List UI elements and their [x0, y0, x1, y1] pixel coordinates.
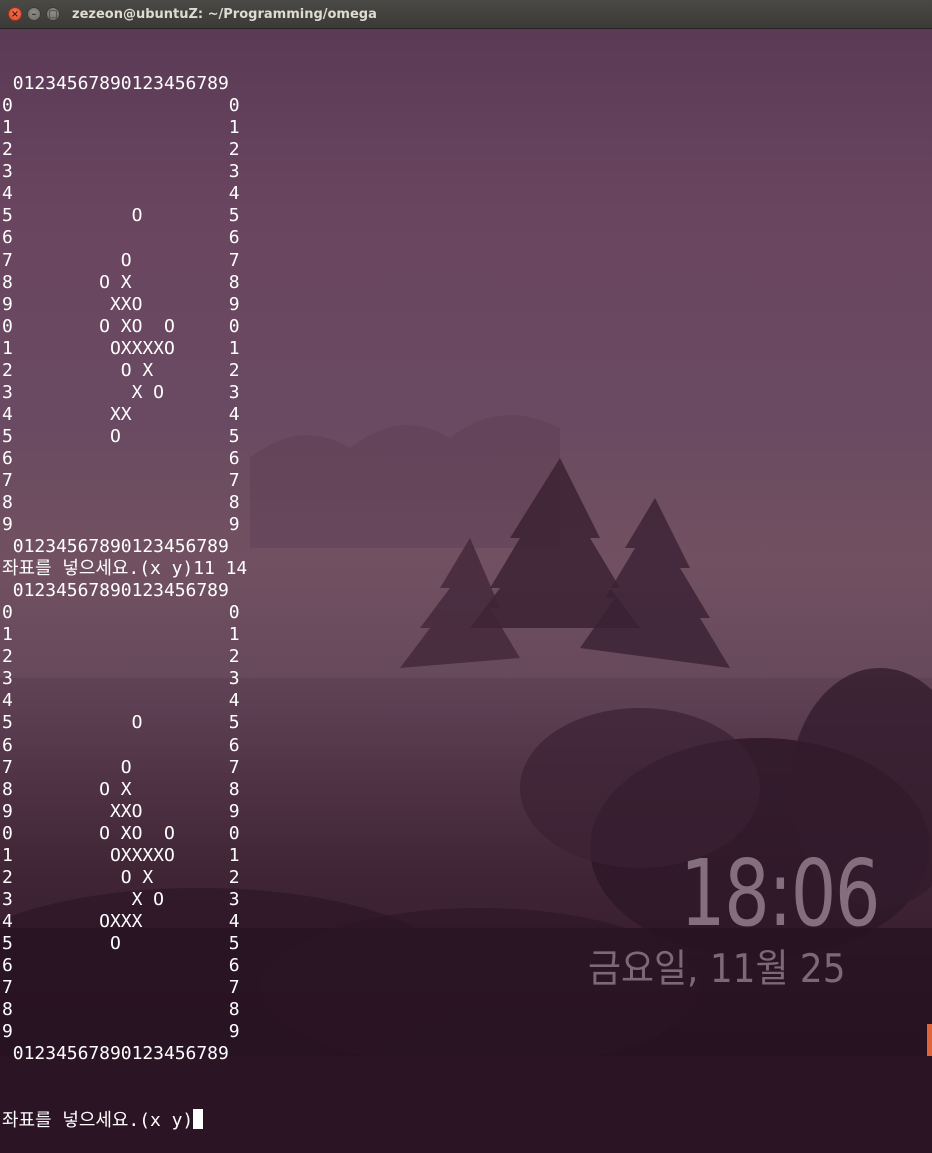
terminal-line: 0 0 — [2, 95, 240, 117]
terminal-line: 2 2 — [2, 646, 240, 668]
terminal-line: 3 3 — [2, 668, 240, 690]
terminal-line: 3 X O 3 — [2, 888, 240, 910]
terminal-line: 4 XX 4 — [2, 403, 240, 425]
terminal-line: 4 OXXX 4 — [2, 910, 240, 932]
maximize-button[interactable]: □ — [46, 7, 60, 21]
terminal-line: 01234567890123456789 — [2, 580, 229, 602]
terminal-line: 4 4 — [2, 183, 240, 205]
terminal-line: 6 6 — [2, 955, 240, 976]
terminal-line: 7 7 — [2, 469, 240, 491]
clock-date: 금요일, 11월 25 — [588, 947, 846, 992]
terminal-line: 8 O X 8 — [2, 778, 240, 800]
close-icon: × — [10, 9, 20, 20]
terminal-line: 5 O 5 — [2, 425, 240, 447]
edge-marker — [927, 1024, 932, 1056]
terminal-line: 6 6 — [2, 227, 240, 249]
terminal-line: 3 X O 3 — [2, 381, 240, 403]
terminal-line: 01234567890123456789 — [2, 1043, 229, 1065]
window-title: zezeon@ubuntuZ: ~/Programming/omega — [72, 7, 377, 22]
terminal-line: 8 O X 8 — [2, 271, 240, 293]
terminal-prompt-line[interactable]: 좌표를 넣으세요.(x y) — [2, 1109, 247, 1131]
terminal-line: 9 XXO 9 — [2, 293, 240, 315]
terminal-line: 0 0 — [2, 602, 240, 624]
terminal-line: 8 8 — [2, 999, 240, 1021]
terminal-line: 6 6 — [2, 734, 240, 756]
terminal-line: 1 OXXXXO 1 — [2, 844, 240, 866]
terminal-line: 3 3 — [2, 161, 240, 183]
clock-time: 18:06 — [680, 840, 881, 947]
minimize-button[interactable]: – — [27, 7, 41, 21]
maximize-icon: □ — [48, 9, 58, 20]
terminal-line: 1 OXXXXO 1 — [2, 337, 240, 359]
window-titlebar[interactable]: × – □ zezeon@ubuntuZ: ~/Programming/omeg… — [0, 0, 932, 29]
terminal-line: 8 8 — [2, 492, 240, 514]
terminal-line: 01234567890123456789 — [2, 536, 229, 558]
text-cursor — [193, 1109, 204, 1130]
minimize-icon: – — [31, 9, 37, 20]
terminal-line: 9 9 — [2, 514, 240, 536]
terminal-line: 2 O X 2 — [2, 359, 240, 381]
terminal-line: 0 O XO O 0 — [2, 822, 240, 844]
terminal-lines: 01234567890123456789 0 01 12 23 34 45 O 5… — [2, 73, 247, 1065]
terminal-line: 좌표를 넣으세요.(x y)11 14 — [2, 558, 248, 580]
terminal-line: 6 6 — [2, 447, 240, 469]
terminal-line: 01234567890123456789 — [2, 73, 229, 95]
terminal-line: 2 O X 2 — [2, 866, 240, 888]
close-button[interactable]: × — [8, 7, 22, 21]
terminal-prompt: 좌표를 넣으세요.(x y) — [2, 1110, 194, 1132]
terminal-line: 1 1 — [2, 117, 240, 139]
terminal-output[interactable]: 01234567890123456789 0 01 12 23 34 45 O 5… — [2, 29, 247, 1153]
terminal-line: 7 7 — [2, 977, 240, 999]
terminal-line: 7 O 7 — [2, 756, 240, 778]
terminal-line: 1 1 — [2, 624, 240, 646]
terminal-line: 4 4 — [2, 690, 240, 712]
terminal-line: 9 XXO 9 — [2, 800, 240, 822]
terminal-line: 5 O 5 — [2, 205, 240, 227]
terminal-line: 0 O XO O 0 — [2, 315, 240, 337]
terminal-line: 5 O 5 — [2, 932, 240, 954]
terminal-line: 7 O 7 — [2, 249, 240, 271]
terminal-line: 2 2 — [2, 139, 240, 161]
terminal-line: 9 9 — [2, 1021, 240, 1043]
terminal-line: 5 O 5 — [2, 712, 240, 734]
